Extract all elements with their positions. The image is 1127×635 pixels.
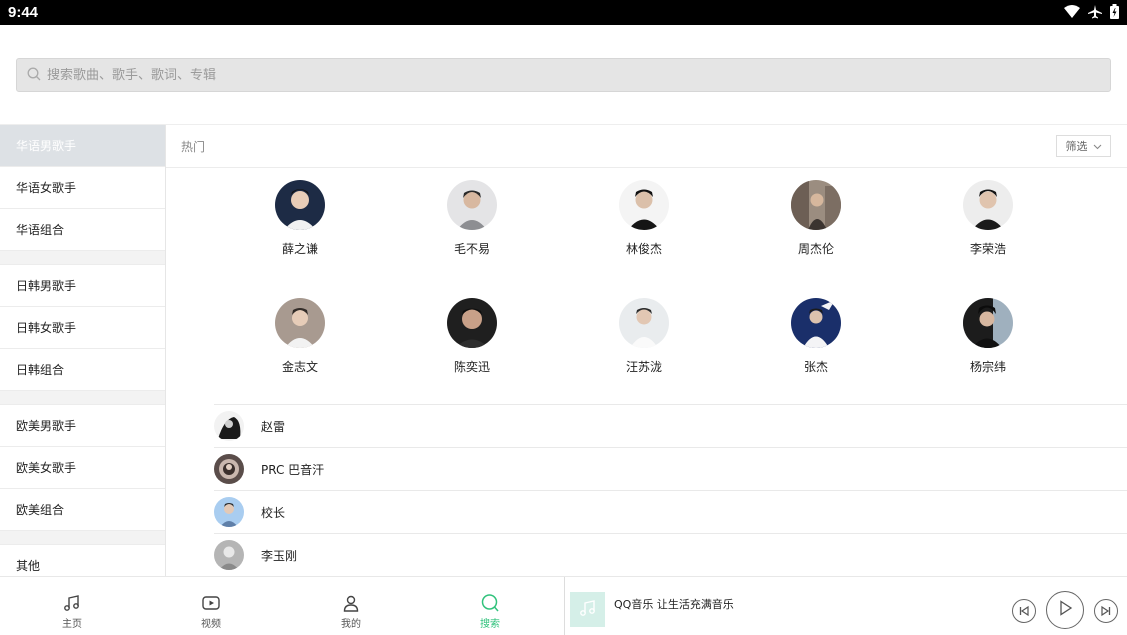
search-box[interactable] (16, 58, 1111, 92)
skip-previous-icon (1018, 602, 1030, 621)
artist-card[interactable]: 李荣浩 (902, 180, 1074, 298)
bottom-bar: 主页 视频 我的 搜索 QQ音乐 让生活充满音乐 (0, 576, 1127, 635)
next-button[interactable] (1094, 599, 1118, 623)
sidebar-item-chinese-female[interactable]: 华语女歌手 (0, 167, 165, 209)
music-note-icon (578, 598, 598, 622)
artist-card[interactable]: 周杰伦 (730, 180, 902, 298)
sidebar-item-chinese-male[interactable]: 华语男歌手 (0, 125, 165, 167)
tab-video[interactable]: 视频 (181, 593, 241, 630)
album-cover (570, 592, 605, 627)
list-item[interactable]: PRC 巴音汗 (214, 447, 1127, 490)
artist-card[interactable]: 金志文 (214, 298, 386, 416)
sidebar-divider (0, 391, 165, 405)
status-bar: 9:44 (0, 0, 1127, 25)
artist-name: 周杰伦 (797, 242, 834, 256)
airplane-icon (1088, 4, 1102, 23)
tab-search[interactable]: 搜索 (460, 593, 520, 630)
artist-card[interactable]: 毛不易 (386, 180, 558, 298)
sidebar-item-chinese-group[interactable]: 华语组合 (0, 209, 165, 251)
artist-name: 杨宗纬 (969, 360, 1006, 374)
avatar (791, 298, 841, 348)
artist-name: 薛之谦 (281, 242, 318, 256)
status-icons (1064, 4, 1119, 23)
artist-name: 毛不易 (453, 242, 490, 256)
section-label: 热门 (181, 140, 206, 154)
tab-label: 我的 (341, 619, 361, 630)
artist-card[interactable]: 薛之谦 (214, 180, 386, 298)
sidebar-item-jpkr-male[interactable]: 日韩男歌手 (0, 265, 165, 307)
battery-icon (1110, 4, 1119, 23)
sidebar-divider (0, 531, 165, 545)
avatar (619, 180, 669, 230)
avatar (963, 180, 1013, 230)
status-time: 9:44 (8, 4, 39, 21)
avatar (214, 454, 244, 484)
artist-card[interactable]: 汪苏泷 (558, 298, 730, 416)
list-item[interactable]: 校长 (214, 490, 1127, 533)
artist-name: 汪苏泷 (625, 360, 662, 374)
artist-name: 赵雷 (261, 419, 286, 434)
mini-player[interactable]: QQ音乐 让生活充满音乐 (564, 577, 1127, 635)
artist-panel: 热门 筛选 薛之谦 毛不易 林俊杰 周杰伦 李荣浩 金志文 陈奕迅 汪苏泷 张杰… (166, 125, 1127, 576)
search-icon (27, 66, 41, 85)
artist-name: 李荣浩 (969, 242, 1006, 256)
avatar (214, 540, 244, 570)
previous-button[interactable] (1012, 599, 1036, 623)
avatar (791, 180, 841, 230)
artist-name: 林俊杰 (625, 242, 662, 256)
artist-name: 陈奕迅 (453, 360, 490, 374)
wifi-icon (1064, 4, 1080, 23)
tab-home[interactable]: 主页 (42, 593, 102, 630)
avatar (963, 298, 1013, 348)
music-note-icon (62, 593, 82, 613)
artist-name: PRC 巴音汗 (261, 462, 325, 477)
player-title: QQ音乐 让生活充满音乐 (614, 598, 734, 611)
artist-card[interactable]: 杨宗纬 (902, 298, 1074, 416)
artist-card[interactable]: 林俊杰 (558, 180, 730, 298)
filter-label: 筛选 (1065, 140, 1088, 153)
artist-name: 金志文 (281, 360, 318, 374)
search-input[interactable] (47, 67, 1047, 83)
sidebar-item-jpkr-group[interactable]: 日韩组合 (0, 349, 165, 391)
sidebar-item-western-group[interactable]: 欧美组合 (0, 489, 165, 531)
profile-icon (341, 593, 361, 613)
sidebar-item-jpkr-female[interactable]: 日韩女歌手 (0, 307, 165, 349)
avatar (214, 497, 244, 527)
avatar (214, 411, 244, 441)
sidebar-item-other[interactable]: 其他 (0, 545, 165, 576)
list-item[interactable]: 赵雷 (214, 404, 1127, 447)
tab-label: 主页 (62, 619, 82, 630)
avatar (275, 298, 325, 348)
tab-label: 视频 (201, 619, 221, 630)
chevron-down-icon (1093, 140, 1102, 153)
play-icon (1056, 599, 1074, 621)
search-area (0, 25, 1127, 125)
hot-artist-grid: 薛之谦 毛不易 林俊杰 周杰伦 李荣浩 金志文 陈奕迅 汪苏泷 张杰 杨宗纬 (214, 180, 1074, 416)
video-icon (201, 593, 221, 613)
category-sidebar: 华语男歌手 华语女歌手 华语组合 日韩男歌手 日韩女歌手 日韩组合 欧美男歌手 … (0, 125, 166, 576)
avatar (447, 298, 497, 348)
search-icon (480, 593, 500, 613)
sidebar-item-western-male[interactable]: 欧美男歌手 (0, 405, 165, 447)
avatar (619, 298, 669, 348)
artist-list: 赵雷 PRC 巴音汗 校长 李玉刚 (214, 404, 1127, 576)
sidebar-item-western-female[interactable]: 欧美女歌手 (0, 447, 165, 489)
list-item[interactable]: 李玉刚 (214, 533, 1127, 576)
sidebar-divider (0, 251, 165, 265)
tab-profile[interactable]: 我的 (321, 593, 381, 630)
avatar (447, 180, 497, 230)
artist-name: 校长 (261, 505, 286, 520)
artist-name: 张杰 (803, 360, 828, 374)
section-header: 热门 筛选 (166, 125, 1127, 168)
play-button[interactable] (1046, 591, 1084, 629)
skip-next-icon (1100, 602, 1112, 621)
artist-name: 李玉刚 (261, 548, 298, 563)
artist-card[interactable]: 陈奕迅 (386, 298, 558, 416)
artist-card[interactable]: 张杰 (730, 298, 902, 416)
tab-label: 搜索 (480, 619, 500, 630)
avatar (275, 180, 325, 230)
filter-button[interactable]: 筛选 (1056, 135, 1111, 157)
